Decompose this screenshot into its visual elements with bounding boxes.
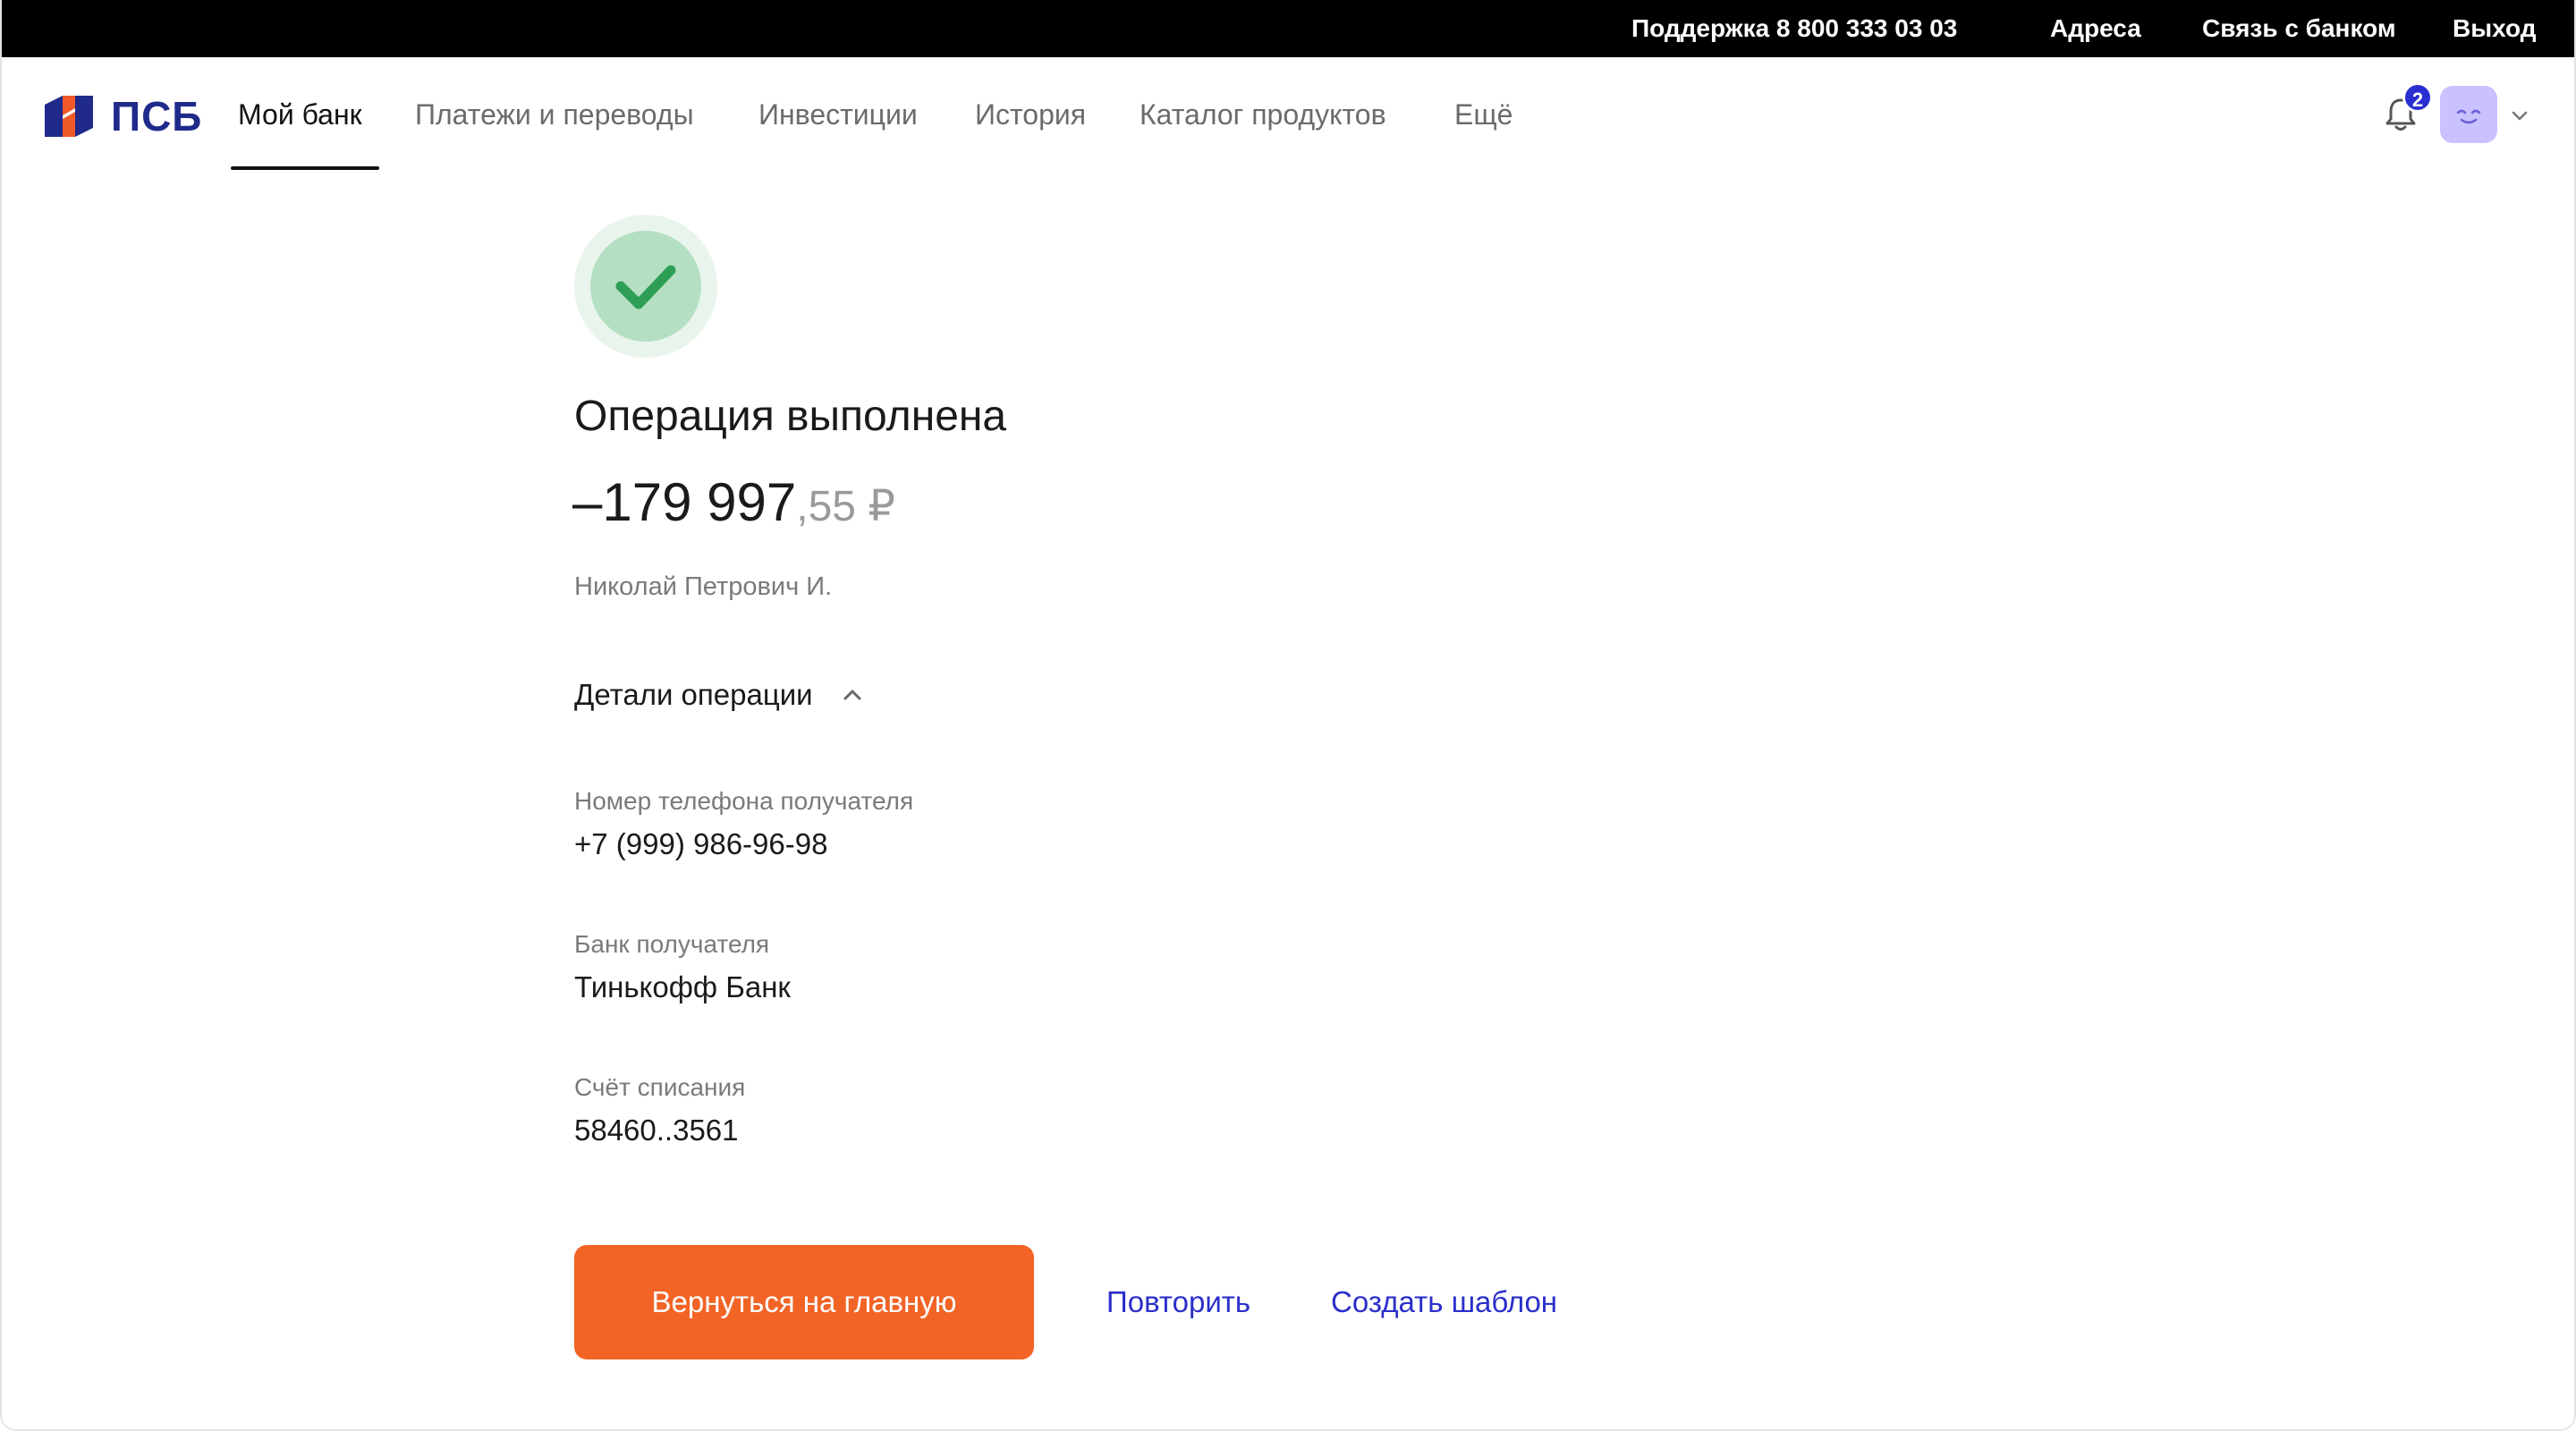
operation-amount: –179 997,55 ₽ [572,467,895,553]
account-field-label: Счёт списания [574,1073,746,1101]
top-utility-bar: Поддержка 8 800 333 03 03 Адреса Связь с… [2,0,2574,57]
app-window: Поддержка 8 800 333 03 03 Адреса Связь с… [0,0,2576,1431]
main-header: ПСБ Мой банк Платежи и переводы Инвестиц… [2,57,2574,174]
phone-field-label: Номер телефона получателя [574,787,914,815]
active-nav-indicator [231,166,379,170]
bank-field-value: Тинькофф Банк [574,970,791,1003]
repeat-button[interactable]: Повторить [1106,1283,1250,1322]
account-field-value: 58460..3561 [574,1113,739,1147]
chevron-up-icon [843,690,861,700]
nav-item-investments[interactable]: Инвестиции [758,95,918,134]
addresses-link[interactable]: Адреса [2050,13,2141,45]
logo-text: ПСБ [111,93,203,140]
create-template-button[interactable]: Создать шаблон [1331,1283,1557,1322]
logout-link[interactable]: Выход [2453,13,2537,45]
nav-item-history[interactable]: История [975,95,1086,134]
avatar[interactable] [2440,86,2497,143]
amount-fraction: ,55 ₽ [796,483,895,530]
recipient-name: Николай Петрович И. [574,572,833,601]
smiley-avatar-icon [2456,109,2481,124]
success-check-icon [574,215,717,358]
psb-logo-icon [45,96,93,137]
notification-badge: 2 [2402,82,2433,113]
chevron-down-icon[interactable] [2510,106,2529,125]
nav-item-more[interactable]: Ещё [1454,95,1513,134]
psb-logo[interactable]: ПСБ [43,91,202,141]
nav-item-my-bank[interactable]: Мой банк [238,95,362,134]
support-phone-link[interactable]: Поддержка 8 800 333 03 03 [1631,13,1957,45]
return-home-button[interactable]: Вернуться на главную [574,1245,1034,1359]
details-toggle[interactable]: Детали операции [574,673,865,717]
phone-field-value: +7 (999) 986-96-98 [574,827,828,860]
nav-item-payments[interactable]: Платежи и переводы [415,95,694,134]
bank-field-label: Банк получателя [574,930,770,958]
details-toggle-label: Детали операции [574,678,813,711]
amount-main: –179 997 [572,472,797,532]
contact-bank-link[interactable]: Связь с банком [2202,13,2396,45]
nav-item-catalog[interactable]: Каталог продуктов [1140,95,1386,134]
operation-status-title: Операция выполнена [574,393,1007,440]
